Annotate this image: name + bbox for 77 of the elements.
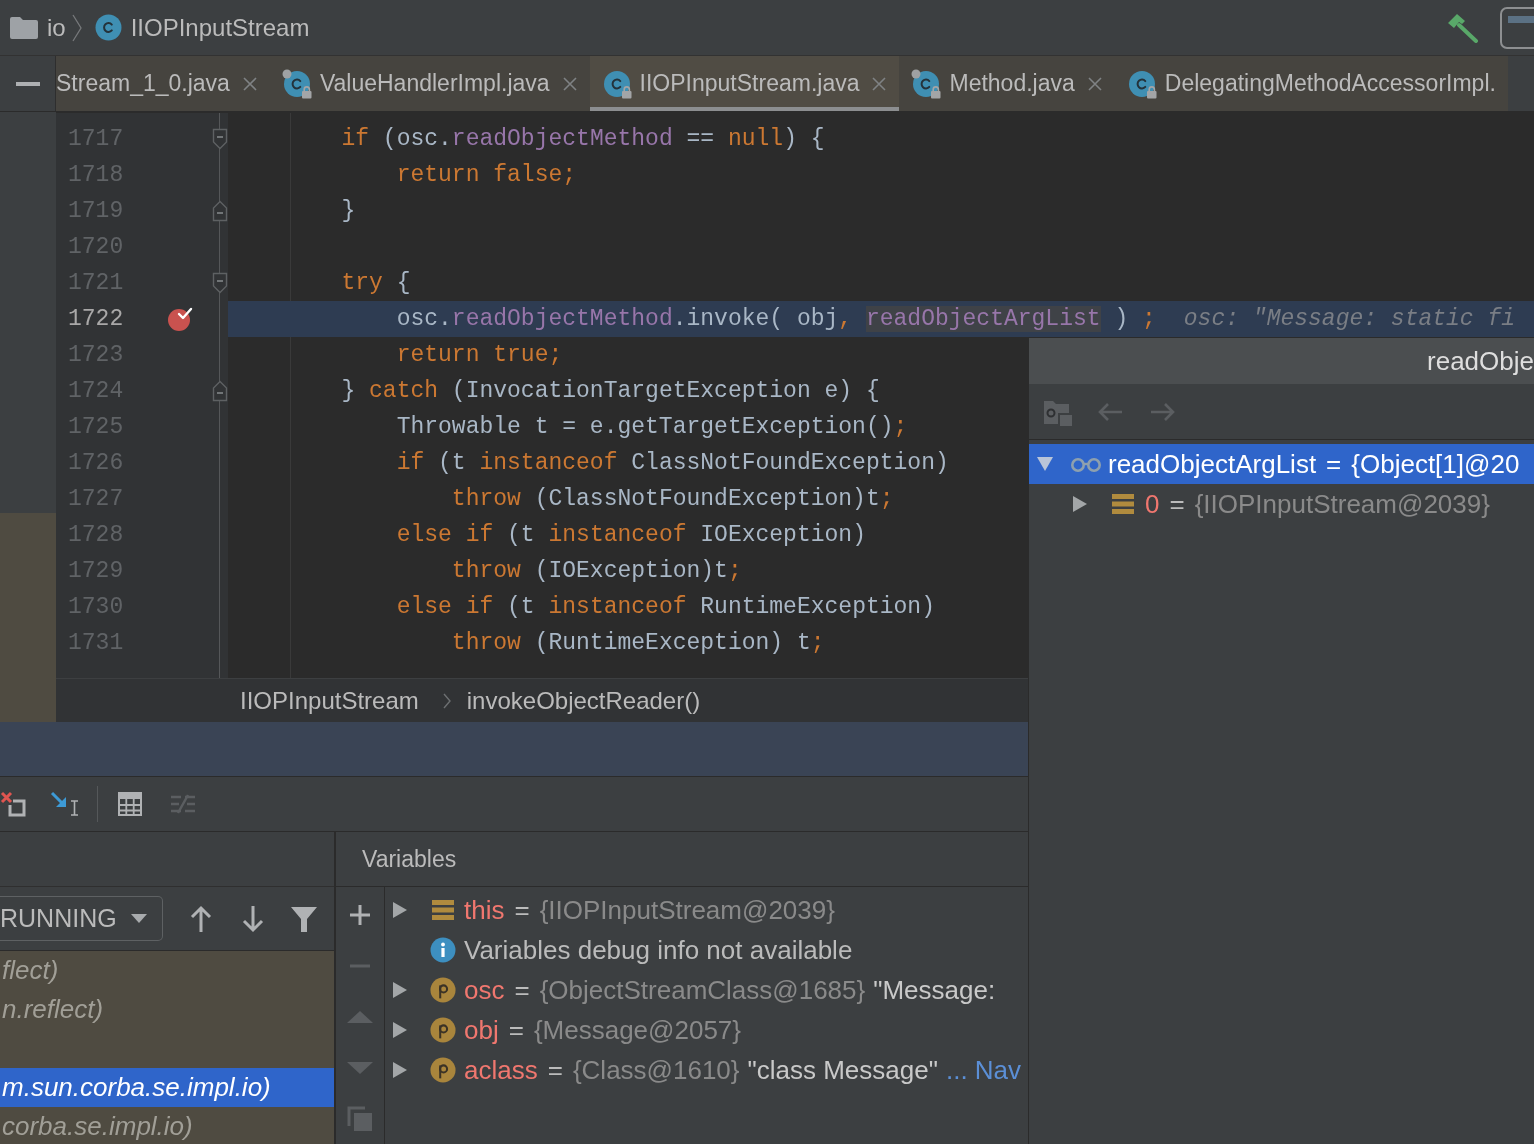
breadcrumb-item[interactable]: io — [47, 13, 66, 42]
class-icon — [94, 14, 122, 41]
code-line: try { — [340, 269, 411, 298]
fold-icon[interactable] — [212, 380, 229, 402]
triangle-right-icon[interactable] — [392, 901, 408, 919]
parameter-icon — [430, 1056, 456, 1084]
triangle-right-icon[interactable] — [392, 981, 408, 999]
breakpoint-icon[interactable] — [167, 306, 194, 332]
triangle-down-icon[interactable] — [1037, 456, 1053, 472]
tree-node-label[interactable]: readObjectArgList = {Object[1]@20 — [1108, 448, 1520, 480]
editor-tab[interactable]: DelegatingMethodAccessorImpl. — [1114, 56, 1508, 111]
stack-frame[interactable]: corba.se.impl.io) — [0, 1107, 334, 1144]
fold-icon[interactable] — [212, 272, 229, 294]
editor-tab[interactable]: IIOPInputStream.java — [589, 56, 900, 111]
navigate-link[interactable]: ... Nav — [945, 1054, 1022, 1085]
code-line: throw (IOException)t; — [450, 557, 742, 586]
filter-icon[interactable] — [290, 904, 318, 933]
minus-icon[interactable] — [15, 81, 40, 86]
tree-row[interactable]: readObjectArgList = {Object[1]@20 — [1029, 444, 1534, 484]
stack-frame[interactable]: m.sun.corba.se.impl.io) — [0, 1068, 334, 1107]
triangle-right-icon[interactable] — [1072, 495, 1088, 513]
variable-entry[interactable]: this = {IIOPInputStream@2039} — [464, 894, 835, 926]
breadcrumb-item[interactable]: IIOPInputStream — [240, 686, 419, 715]
close-icon[interactable] — [1086, 75, 1103, 92]
bars-icon — [1112, 493, 1134, 515]
arrow-cursor-icon[interactable] — [50, 791, 80, 817]
fold-icon[interactable] — [212, 128, 229, 150]
editor-tab[interactable]: Method.java — [899, 56, 1115, 111]
panel-icon[interactable] — [1500, 6, 1534, 49]
code-line: return false; — [395, 161, 577, 190]
code-line: else if (t instanceof RuntimeException) — [395, 593, 935, 622]
thread-filter-dropdown[interactable]: RUNNING — [0, 896, 163, 941]
variable-entry[interactable]: obj = {Message@2057} — [464, 1014, 741, 1046]
close-icon[interactable] — [241, 75, 258, 92]
code-line: else if (t instanceof IOException) — [395, 521, 866, 550]
editor-tab[interactable]: Stream_1_0.java — [56, 56, 270, 111]
code-line: throw (ClassNotFoundException)t; — [450, 485, 894, 514]
bars-icon — [432, 899, 454, 921]
code-line: Throwable t = e.getTargetException(); — [395, 413, 908, 442]
code-line: if (t instanceof ClassNotFoundException) — [395, 449, 949, 478]
parameter-icon — [430, 1016, 456, 1044]
fold-icon[interactable] — [212, 200, 229, 222]
folder-icon — [10, 16, 38, 39]
info-icon — [430, 937, 456, 963]
tree-node-label[interactable]: 0 = {IIOPInputStream@2039} — [1145, 488, 1490, 520]
close-icon[interactable] — [561, 75, 578, 92]
breadcrumb-item[interactable]: IIOPInputStream — [130, 13, 310, 42]
cross-square-icon[interactable] — [0, 791, 26, 817]
popup-title: readObje — [1427, 345, 1534, 377]
inline-value-hint: osc: "Message: static fi — [1183, 305, 1516, 334]
plus-icon[interactable] — [348, 902, 372, 927]
variable-entry[interactable]: osc = {ObjectStreamClass@1685} "Message: — [464, 974, 996, 1006]
chevron-icon — [71, 13, 82, 42]
code-line: } catch (InvocationTargetException e) { — [340, 377, 880, 406]
triangle-right-icon[interactable] — [392, 1021, 408, 1039]
code-line: if (osc.readObjectMethod == null) { — [340, 125, 825, 154]
glasses-icon — [1070, 456, 1102, 472]
parameter-icon — [430, 976, 456, 1004]
up-arrow-icon[interactable] — [190, 904, 212, 933]
down-arrow-icon[interactable] — [242, 904, 264, 933]
breadcrumb-item[interactable]: invokeObjectReader() — [466, 686, 701, 715]
code-line: throw (RuntimeException) t; — [450, 629, 825, 658]
code-line: } — [340, 197, 356, 226]
caret-icon — [131, 914, 147, 923]
info-message: Variables debug info not available — [464, 934, 853, 966]
calculator-icon[interactable] — [118, 792, 142, 816]
code-line: osc.readObjectMethod.invoke( obj, readObjectArgList ) ; — [395, 305, 1156, 334]
stack-frame[interactable]: n.reflect) — [0, 990, 334, 1029]
chevron-icon — [442, 692, 451, 709]
panel-title: Variables — [362, 845, 457, 873]
triangle-right-icon[interactable] — [392, 1061, 408, 1079]
variable-entry[interactable]: aclass = {Class@1610} "class Message" ... Nav — [464, 1054, 1022, 1086]
stack-frame[interactable]: flect) — [0, 951, 334, 990]
editor-tab[interactable]: ValueHandlerImpl.java — [269, 56, 590, 111]
code-line: return true; — [395, 341, 563, 370]
close-icon[interactable] — [871, 75, 888, 92]
line-number: 1722 — [68, 305, 124, 334]
